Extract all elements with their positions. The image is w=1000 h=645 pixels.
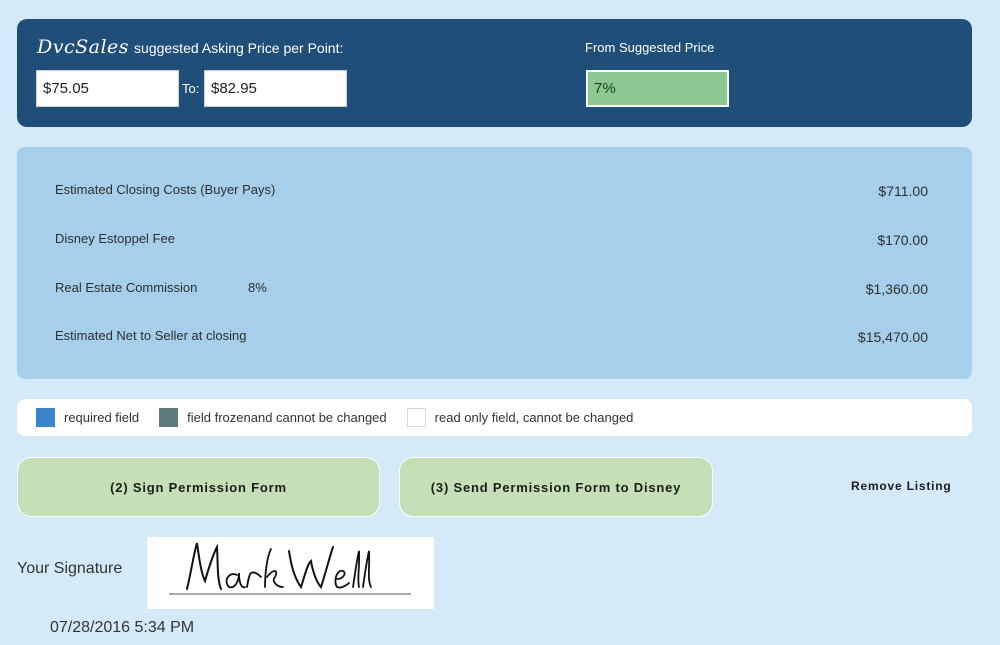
summary-label: Disney Estoppel Fee bbox=[55, 231, 175, 246]
signature-label: Your Signature bbox=[17, 560, 123, 577]
signature-pad[interactable] bbox=[147, 537, 434, 609]
legend-frozen-label: field frozenand cannot be changed bbox=[187, 410, 387, 425]
summary-value: $1,360.00 bbox=[865, 281, 928, 297]
legend-frozen: field frozenand cannot be changed bbox=[159, 408, 387, 427]
asking-price-heading: DvcSales suggested Asking Price per Poin… bbox=[37, 36, 343, 60]
frozen-swatch bbox=[159, 408, 179, 427]
from-suggested-price-value: 7% bbox=[586, 70, 729, 107]
legend-readonly-label: read only field, cannot be changed bbox=[434, 410, 634, 425]
dvcsales-logo: DvcSales bbox=[37, 36, 130, 58]
sign-permission-form-button[interactable]: (2) Sign Permission Form bbox=[17, 457, 380, 517]
legend-readonly: read only field, cannot be changed bbox=[406, 408, 634, 427]
summary-value: $170.00 bbox=[877, 232, 928, 248]
readonly-swatch bbox=[406, 408, 426, 427]
commission-row: Real Estate Commission 8% $1,360.00 bbox=[55, 280, 928, 300]
remove-listing-link[interactable]: Remove Listing bbox=[851, 479, 952, 493]
summary-label: Real Estate Commission bbox=[55, 280, 198, 295]
price-from-input[interactable] bbox=[36, 70, 179, 107]
commission-percent: 8% bbox=[248, 280, 267, 295]
signature-date: 07/28/2016 5:34 PM bbox=[50, 619, 195, 636]
asking-price-panel: DvcSales suggested Asking Price per Poin… bbox=[17, 19, 972, 127]
legend-required-label: required field bbox=[64, 410, 140, 425]
estoppel-fee-row: Disney Estoppel Fee $170.00 bbox=[55, 231, 928, 251]
net-to-seller-row: Estimated Net to Seller at closing $15,4… bbox=[55, 328, 928, 348]
asking-price-label: suggested Asking Price per Point: bbox=[134, 40, 344, 56]
summary-value: $711.00 bbox=[878, 183, 928, 199]
summary-value: $15,470.00 bbox=[857, 329, 928, 345]
from-suggested-price-label: From Suggested Price bbox=[585, 40, 715, 55]
legend-required: required field bbox=[36, 408, 139, 427]
summary-label: Estimated Closing Costs (Buyer Pays) bbox=[55, 182, 276, 197]
cost-summary-panel: Estimated Closing Costs (Buyer Pays) $71… bbox=[17, 147, 972, 379]
send-permission-form-button[interactable]: (3) Send Permission Form to Disney bbox=[399, 457, 713, 517]
summary-label: Estimated Net to Seller at closing bbox=[55, 328, 247, 343]
handwritten-signature-image bbox=[169, 542, 411, 595]
required-swatch bbox=[36, 408, 55, 427]
to-label: To: bbox=[182, 81, 200, 96]
price-to-input[interactable] bbox=[204, 70, 347, 107]
field-legend: required field field frozenand cannot be… bbox=[17, 399, 972, 436]
closing-costs-row: Estimated Closing Costs (Buyer Pays) $71… bbox=[55, 182, 928, 202]
